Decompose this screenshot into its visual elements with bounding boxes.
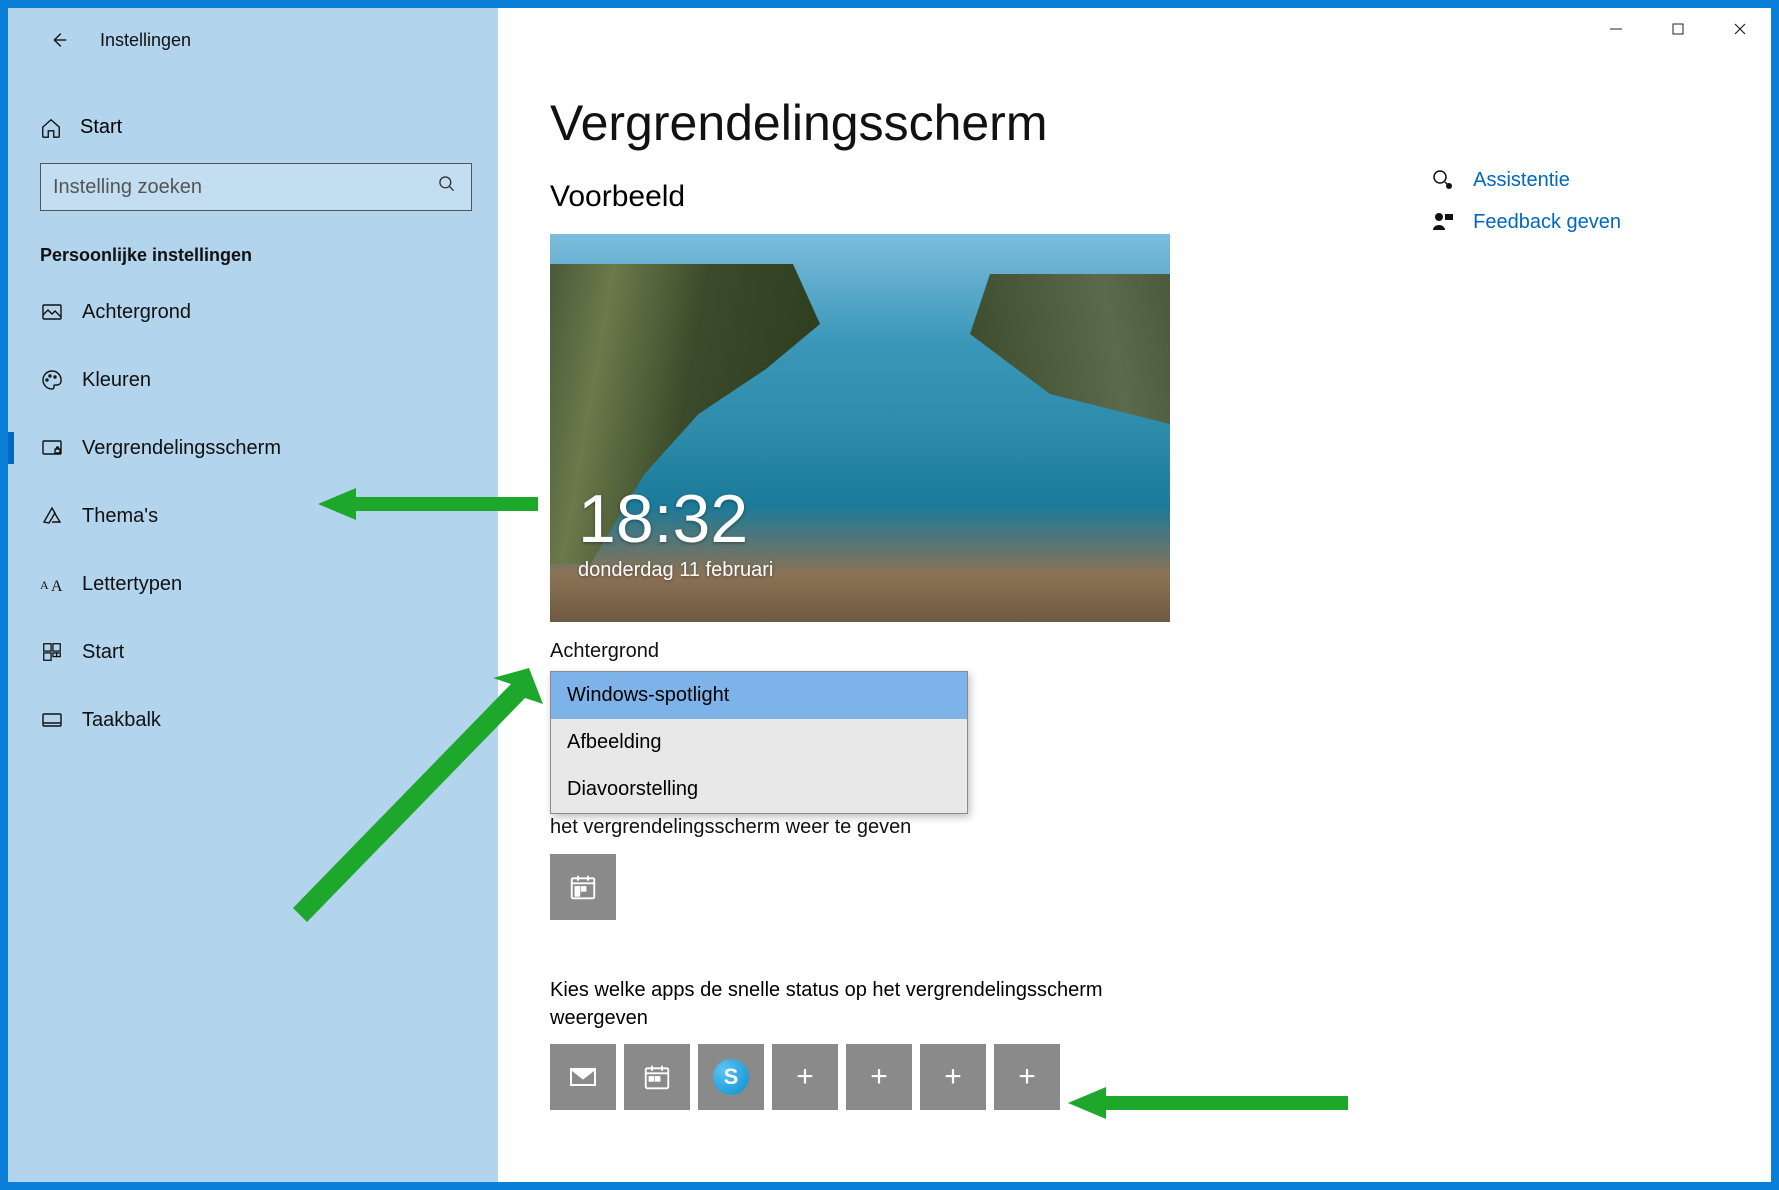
sidebar-item-kleuren[interactable]: Kleuren [8, 346, 498, 414]
home-icon [40, 117, 62, 139]
sidebar-item-lettertypen[interactable]: AA Lettertypen [8, 550, 498, 618]
main-content: Assistentie Feedback geven Vergrendeling… [498, 8, 1771, 1182]
quick-status-label: Kies welke apps de snelle status op het … [550, 976, 1170, 1032]
themes-icon [40, 504, 64, 528]
page-title: Vergrendelingsscherm [550, 94, 1731, 152]
preview-date: donderdag 11 februari [578, 559, 773, 582]
calendar-icon [642, 1062, 672, 1092]
feedback-icon [1431, 210, 1455, 234]
dropdown-option-spotlight[interactable]: Windows-spotlight [551, 672, 967, 719]
plus-icon: + [796, 1060, 814, 1094]
window-controls [1585, 8, 1771, 50]
sidebar-item-label: Vergrendelingsscherm [82, 437, 281, 460]
detailed-status-text-tail: het vergrendelingsscherm weer te geven [550, 816, 911, 838]
assist-label: Assistentie [1473, 169, 1570, 192]
background-dropdown[interactable]: Windows-spotlight Afbeelding Diavoorstel… [550, 671, 968, 814]
svg-text:A: A [51, 578, 63, 593]
minimize-button[interactable] [1585, 8, 1647, 50]
quick-status-tile-add-3[interactable]: + [920, 1044, 986, 1110]
quick-status-tile-add-1[interactable]: + [772, 1044, 838, 1110]
preview-landscape-right [970, 274, 1170, 424]
lockscreen-preview: 18:32 donderdag 11 februari [550, 234, 1170, 622]
palette-icon [40, 368, 64, 392]
quick-status-tile-calendar[interactable] [624, 1044, 690, 1110]
search-input[interactable] [53, 176, 459, 199]
detailed-status-text: het vergrendelingsscherm weer te geven [550, 812, 1210, 842]
skype-icon: S [713, 1059, 749, 1095]
home-label: Start [80, 116, 122, 139]
dropdown-option-diavoorstelling[interactable]: Diavoorstelling [551, 766, 967, 813]
search-icon [437, 174, 457, 200]
quick-status-tile-add-2[interactable]: + [846, 1044, 912, 1110]
sidebar-item-vergrendelingsscherm[interactable]: Vergrendelingsscherm [8, 414, 498, 482]
plus-icon: + [870, 1060, 888, 1094]
sidebar-item-achtergrond[interactable]: Achtergrond [8, 278, 498, 346]
sidebar-item-label: Achtergrond [82, 301, 191, 324]
app-title: Instellingen [100, 30, 191, 51]
fonts-icon: AA [40, 572, 64, 596]
quick-status-tile-add-4[interactable]: + [994, 1044, 1060, 1110]
sidebar-item-label: Start [82, 641, 124, 664]
back-button[interactable] [44, 26, 72, 54]
calendar-icon [568, 872, 598, 902]
sidebar-item-themas[interactable]: Thema's [8, 482, 498, 550]
settings-window: Instellingen Start Persoonlijke instelli… [8, 8, 1771, 1182]
plus-icon: + [1018, 1060, 1036, 1094]
dropdown-option-afbeelding[interactable]: Afbeelding [551, 719, 967, 766]
plus-icon: + [944, 1060, 962, 1094]
feedback-link[interactable]: Feedback geven [1431, 210, 1621, 234]
detailed-status-app-tile[interactable] [550, 854, 616, 920]
feedback-label: Feedback geven [1473, 211, 1621, 234]
taskbar-icon [40, 708, 64, 732]
back-arrow-icon [47, 29, 69, 51]
sidebar-item-label: Lettertypen [82, 573, 182, 596]
start-icon [40, 640, 64, 664]
mail-icon [567, 1061, 599, 1093]
picture-icon [40, 300, 64, 324]
maximize-button[interactable] [1647, 8, 1709, 50]
sidebar-item-label: Taakbalk [82, 709, 161, 732]
close-button[interactable] [1709, 8, 1771, 50]
right-links: Assistentie Feedback geven [1431, 168, 1621, 234]
sidebar: Instellingen Start Persoonlijke instelli… [8, 8, 498, 1182]
titlebar: Instellingen [8, 26, 498, 72]
quick-status-tile-mail[interactable] [550, 1044, 616, 1110]
background-label: Achtergrond [550, 640, 1731, 663]
category-label: Persoonlijke instellingen [8, 221, 498, 278]
search-input-wrap[interactable] [40, 163, 472, 211]
sidebar-item-taakbalk[interactable]: Taakbalk [8, 686, 498, 754]
lockscreen-icon [40, 436, 64, 460]
home-link[interactable]: Start [8, 102, 498, 153]
preview-time: 18:32 [578, 480, 748, 558]
assist-icon [1431, 168, 1455, 192]
sidebar-item-label: Kleuren [82, 369, 151, 392]
sidebar-item-label: Thema's [82, 505, 158, 528]
assist-link[interactable]: Assistentie [1431, 168, 1621, 192]
quick-status-tile-skype[interactable]: S [698, 1044, 764, 1110]
sidebar-item-start[interactable]: Start [8, 618, 498, 686]
svg-text:A: A [40, 578, 49, 592]
